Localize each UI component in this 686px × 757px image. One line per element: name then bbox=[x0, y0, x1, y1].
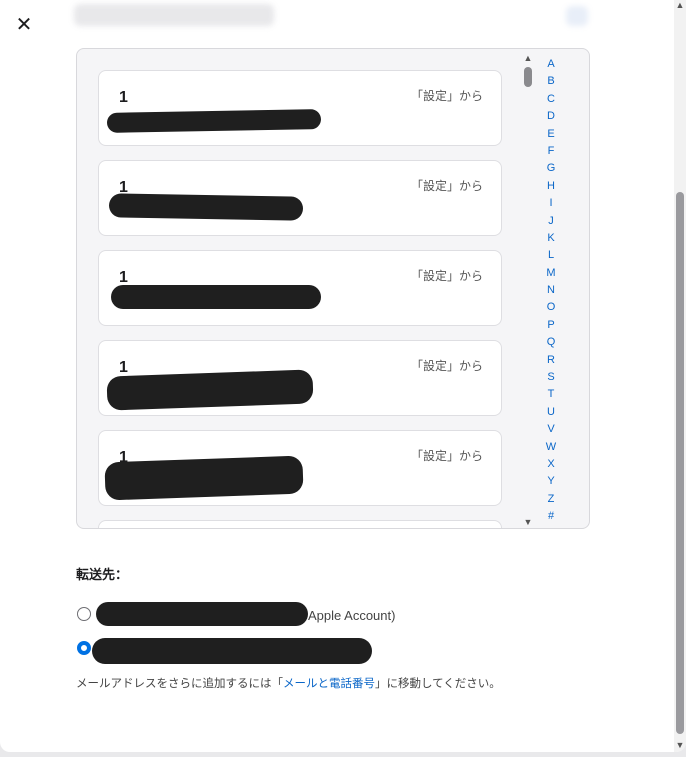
redacted-text bbox=[96, 602, 308, 626]
alphabet-index-letter[interactable]: E bbox=[547, 126, 554, 143]
dialog-scroll-thumb[interactable] bbox=[676, 192, 684, 734]
forward-to-label: 転送先： bbox=[76, 567, 129, 582]
item-count: 1 bbox=[119, 359, 128, 376]
alphabet-index-letter[interactable]: C bbox=[547, 91, 555, 108]
scroll-up-icon[interactable]: ▲ bbox=[674, 0, 686, 10]
alphabet-index-letter[interactable]: P bbox=[547, 317, 554, 334]
alphabet-index-letter[interactable]: N bbox=[547, 282, 555, 299]
alphabet-index-letter[interactable]: B bbox=[547, 73, 554, 90]
alphabet-index-letter[interactable]: W bbox=[546, 439, 556, 456]
alphabet-index-letter[interactable]: A bbox=[547, 56, 554, 73]
item-source: 「設定」から bbox=[410, 89, 483, 103]
alphabet-index-letter[interactable]: D bbox=[547, 108, 555, 125]
list-item[interactable]: 1 「設定」から bbox=[98, 250, 502, 326]
alphabet-index-letter[interactable]: K bbox=[547, 230, 554, 247]
list-item[interactable]: 1 「設定」から bbox=[98, 160, 502, 236]
alphabet-index-letter[interactable]: Y bbox=[547, 473, 554, 490]
help-text-suffix: 」に移動してください。 bbox=[375, 678, 501, 690]
alphabet-index-letter[interactable]: # bbox=[548, 508, 554, 525]
redacted-text bbox=[108, 193, 304, 221]
blurred-title bbox=[74, 4, 274, 26]
redacted-text bbox=[104, 455, 304, 501]
alphabet-index-letter[interactable]: Q bbox=[547, 334, 556, 351]
email-phone-link[interactable]: メールと電話番号 bbox=[283, 678, 375, 690]
item-source: 「設定」から bbox=[410, 449, 483, 463]
close-icon: ✕ bbox=[15, 12, 33, 36]
item-source: 「設定」から bbox=[410, 359, 483, 373]
scroll-down-icon[interactable]: ▼ bbox=[522, 517, 534, 527]
alphabet-index-letter[interactable]: H bbox=[547, 178, 555, 195]
item-source: 「設定」から bbox=[410, 269, 483, 283]
contact-list-panel: 1 「設定」から 1 「設定」から 1 「設定」から 1 「設定」から 1 「設… bbox=[76, 48, 590, 529]
alphabet-index-letter[interactable]: M bbox=[546, 265, 555, 282]
alphabet-index-letter[interactable]: F bbox=[548, 143, 555, 160]
alphabet-index-letter[interactable]: X bbox=[547, 456, 554, 473]
redacted-text bbox=[111, 285, 321, 309]
forward-option-label-1: Apple Account) bbox=[308, 608, 396, 623]
forward-option-radio-2[interactable] bbox=[77, 641, 91, 655]
alphabet-index-letter[interactable]: Z bbox=[548, 491, 555, 508]
list-item[interactable]: 1 「設定」から bbox=[98, 430, 502, 506]
dialog-scrollbar[interactable]: ▲ ▼ bbox=[674, 0, 686, 752]
redacted-text bbox=[92, 638, 372, 664]
forward-option-radio-1[interactable] bbox=[77, 607, 91, 621]
close-button[interactable]: ✕ bbox=[14, 14, 34, 34]
alphabet-index-letter[interactable]: U bbox=[547, 404, 555, 421]
alphabet-index-letter[interactable]: R bbox=[547, 352, 555, 369]
alphabet-index-letter[interactable]: L bbox=[548, 247, 554, 264]
alphabet-index-letter[interactable]: V bbox=[547, 421, 554, 438]
scroll-down-icon[interactable]: ▼ bbox=[674, 740, 686, 750]
list-item[interactable]: 1 「設定」から bbox=[98, 70, 502, 146]
alphabet-index-letter[interactable]: T bbox=[548, 386, 555, 403]
help-text: メールアドレスをさらに追加するには「メールと電話番号」に移動してください。 bbox=[76, 675, 501, 691]
alphabet-index-letter[interactable]: S bbox=[547, 369, 554, 386]
alphabet-index-letter[interactable]: O bbox=[547, 299, 556, 316]
alphabet-index-letter[interactable]: J bbox=[548, 213, 554, 230]
list-scrollbar[interactable]: ▲ ▼ bbox=[522, 53, 534, 527]
redacted-text bbox=[106, 369, 314, 411]
blurred-top-right-control bbox=[566, 6, 588, 26]
alphabet-index: A B C D E F G H I J K L M N O P Q R S T U V W X Y Z # bbox=[540, 56, 562, 526]
redacted-text bbox=[106, 109, 322, 133]
list-item[interactable]: 1 「設定」から bbox=[98, 340, 502, 416]
list-item[interactable] bbox=[98, 520, 502, 528]
alphabet-index-letter[interactable]: G bbox=[547, 160, 556, 177]
item-count: 1 bbox=[119, 89, 128, 106]
list-scroll-thumb[interactable] bbox=[524, 67, 532, 87]
scroll-up-icon[interactable]: ▲ bbox=[522, 53, 534, 63]
forwarding-dialog: ✕ 1 「設定」から 1 「設定」から 1 「設定」から 1 「設定」から 1 … bbox=[0, 0, 686, 752]
help-text-prefix: メールアドレスをさらに追加するには「 bbox=[76, 678, 283, 690]
item-source: 「設定」から bbox=[410, 179, 483, 193]
alphabet-index-letter[interactable]: I bbox=[549, 195, 552, 212]
